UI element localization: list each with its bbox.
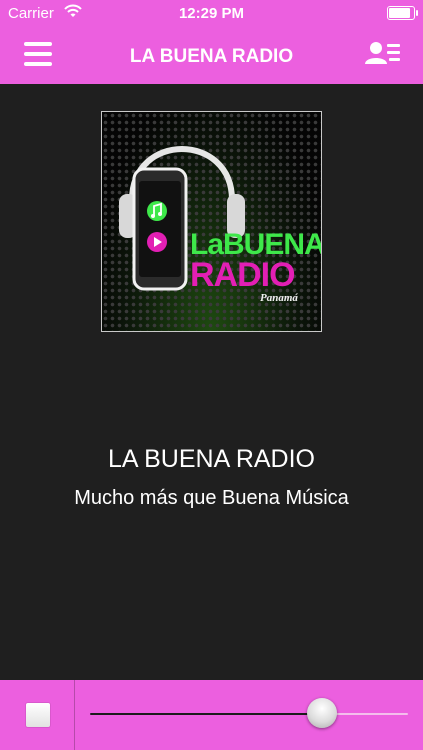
music-note-icon bbox=[147, 201, 167, 221]
navigation-bar: LA BUENA RADIO bbox=[0, 26, 423, 84]
status-time: 12:29 PM bbox=[178, 5, 245, 22]
station-logo: LaBUENA RADIO Panamá bbox=[101, 111, 322, 332]
player-divider bbox=[74, 680, 75, 750]
logo-line2: RADIO bbox=[190, 256, 296, 294]
status-bar: Carrier 12:29 PM bbox=[0, 0, 423, 26]
station-name: LA BUENA RADIO bbox=[107, 445, 316, 473]
volume-track-filled[interactable] bbox=[90, 713, 323, 715]
page-title: LA BUENA RADIO bbox=[129, 46, 294, 67]
contact-list-icon[interactable] bbox=[365, 40, 401, 68]
logo-line3: Panamá bbox=[260, 292, 298, 304]
top-bar: Carrier 12:29 PM LA BUENA RADIO bbox=[0, 0, 423, 84]
player-bar bbox=[0, 680, 423, 750]
station-slogan: Mucho más que Buena Música bbox=[74, 487, 349, 509]
stop-icon[interactable] bbox=[26, 703, 50, 727]
volume-slider-thumb[interactable] bbox=[307, 698, 338, 728]
battery-icon bbox=[387, 6, 418, 20]
